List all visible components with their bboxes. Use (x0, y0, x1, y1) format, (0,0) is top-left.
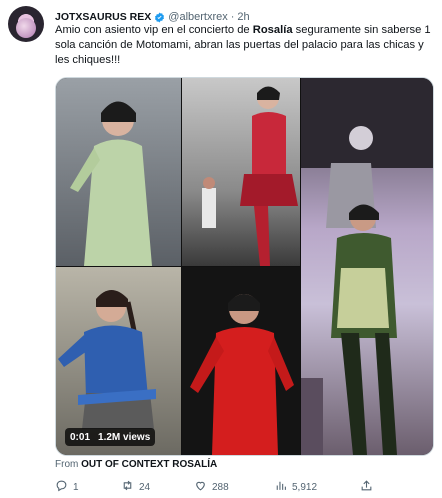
media-panel-red-outfit (182, 78, 300, 266)
like-count: 288 (212, 481, 229, 493)
media-panel-blue-outfit (56, 267, 181, 455)
reply-button[interactable]: 1 (55, 479, 79, 495)
video-time-label: 0:01 (70, 431, 91, 443)
media-panel-green-dress (56, 78, 181, 266)
from-prefix: From (55, 459, 79, 470)
video-media[interactable]: 0:01 1.2M views (55, 77, 434, 456)
views-button[interactable]: 5,912 (274, 479, 317, 495)
like-icon (194, 479, 207, 495)
user-handle[interactable]: @albertxrex (168, 11, 227, 23)
avatar[interactable] (8, 6, 44, 42)
tweet-text-bold: Rosalía (252, 24, 293, 36)
separator-dot: · (230, 11, 235, 23)
views-count: 5,912 (292, 481, 318, 493)
share-icon (360, 479, 373, 495)
retweet-count: 24 (139, 481, 151, 493)
tweet-time[interactable]: 2h (237, 11, 249, 23)
share-button[interactable] (360, 479, 373, 495)
tweet-text: Amio con asiento vip en el concierto de … (55, 23, 433, 68)
reply-icon (55, 479, 68, 495)
reply-count: 1 (73, 481, 79, 493)
video-views-label: 1.2M views (98, 431, 151, 443)
verified-icon (154, 11, 165, 23)
like-button[interactable]: 288 (194, 479, 229, 495)
media-source: From OUT OF CONTEXT ROSALÍA (55, 459, 217, 470)
views-icon (274, 479, 287, 495)
from-source-link[interactable]: OUT OF CONTEXT ROSALÍA (81, 459, 217, 470)
display-name[interactable]: JOTXSAURUS REX (55, 11, 151, 23)
retweet-button[interactable]: 24 (121, 479, 150, 495)
video-badge: 0:01 1.2M views (65, 428, 156, 446)
tweet-text-part1: Amio con asiento vip en el concierto de (55, 24, 253, 36)
media-panel-red-leather (182, 267, 300, 455)
media-panel-stage-green (301, 78, 433, 455)
tweet-actions: 1 24 288 5,912 (55, 479, 385, 495)
retweet-icon (121, 479, 134, 495)
